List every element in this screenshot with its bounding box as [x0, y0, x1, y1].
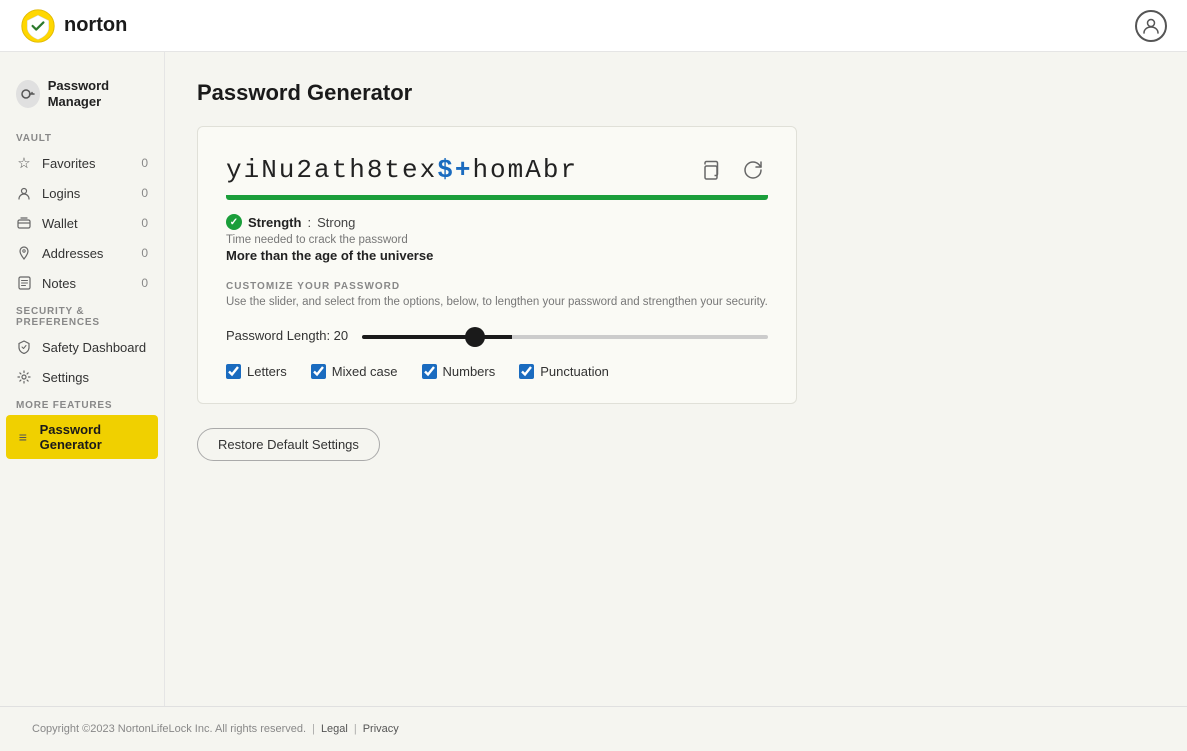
crack-time-label: Time needed to crack the password — [226, 234, 768, 246]
customize-section-label: CUSTOMIZE YOUR PASSWORD — [226, 281, 768, 292]
favorites-label: Favorites — [42, 156, 95, 171]
strength-value: Strong — [317, 215, 355, 230]
numbers-label: Numbers — [443, 364, 496, 379]
vault-section-label: VAULT — [0, 125, 164, 148]
length-row: Password Length: 20 — [226, 326, 768, 344]
strength-label: Strength — [248, 215, 301, 230]
mixed-case-option[interactable]: Mixed case — [311, 364, 398, 379]
user-icon — [1142, 17, 1160, 35]
strength-bar — [226, 195, 768, 200]
wallet-count: 0 — [141, 216, 148, 230]
copy-icon — [698, 159, 720, 181]
password-options-row: Letters Mixed case Numbers Punctuation — [226, 364, 768, 379]
norton-logo-icon — [20, 8, 56, 44]
sidebar-item-logins[interactable]: Logins 0 — [0, 178, 164, 208]
logins-count: 0 — [141, 186, 148, 200]
wallet-icon — [16, 215, 32, 231]
main-content: Password Generator yiNu2ath8tex$+homAbr — [165, 52, 1187, 706]
logins-icon — [16, 185, 32, 201]
password-display-row: yiNu2ath8tex$+homAbr — [226, 155, 768, 185]
password-text-highlight: $+ — [437, 155, 472, 185]
password-length-slider-container — [362, 326, 768, 344]
key-icon — [20, 86, 36, 102]
password-actions — [694, 155, 768, 185]
sidebar-item-addresses[interactable]: Addresses 0 — [0, 238, 164, 268]
strength-indicator-dot — [226, 214, 242, 230]
password-manager-header: Password Manager — [0, 68, 164, 125]
refresh-icon — [742, 159, 764, 181]
footer-legal-link[interactable]: Legal — [321, 723, 348, 735]
regenerate-password-button[interactable] — [738, 155, 768, 185]
footer-copyright: Copyright ©2023 NortonLifeLock Inc. All … — [32, 723, 306, 735]
favorites-count: 0 — [141, 156, 148, 170]
addresses-label: Addresses — [42, 246, 103, 261]
sidebar-item-password-generator[interactable]: ≡ Password Generator — [6, 415, 158, 459]
settings-label: Settings — [42, 370, 89, 385]
sidebar-item-notes[interactable]: Notes 0 — [0, 268, 164, 298]
password-text-end: homAbr — [472, 155, 578, 185]
password-generator-label: Password Generator — [40, 422, 148, 452]
logins-label: Logins — [42, 186, 80, 201]
mixed-case-checkbox[interactable] — [311, 364, 326, 379]
main-layout: Password Manager VAULT ☆ Favorites 0 Log… — [0, 52, 1187, 706]
safety-dashboard-label: Safety Dashboard — [42, 340, 146, 355]
password-length-slider[interactable] — [362, 335, 768, 339]
strength-row: Strength : Strong — [226, 214, 768, 230]
sidebar-item-safety-dashboard[interactable]: Safety Dashboard — [0, 332, 164, 362]
more-features-section-label: MORE FEATURES — [0, 392, 164, 415]
notes-label: Notes — [42, 276, 76, 291]
favorites-icon: ☆ — [16, 155, 32, 171]
mixed-case-label: Mixed case — [332, 364, 398, 379]
top-navigation: norton — [0, 0, 1187, 52]
password-generator-icon: ≡ — [16, 429, 30, 445]
password-manager-icon — [16, 80, 40, 108]
user-account-button[interactable] — [1135, 10, 1167, 42]
password-length-label: Password Length: 20 — [226, 328, 348, 343]
numbers-option[interactable]: Numbers — [422, 364, 496, 379]
footer: Copyright ©2023 NortonLifeLock Inc. All … — [0, 706, 1187, 751]
notes-icon — [16, 275, 32, 291]
sidebar-item-settings[interactable]: Settings — [0, 362, 164, 392]
password-card: yiNu2ath8tex$+homAbr — [197, 126, 797, 404]
wallet-label: Wallet — [42, 216, 78, 231]
page-title: Password Generator — [197, 80, 1155, 106]
addresses-icon — [16, 245, 32, 261]
letters-option[interactable]: Letters — [226, 364, 287, 379]
security-section-label: SECURITY & PREFERENCES — [0, 298, 164, 332]
footer-privacy-link[interactable]: Privacy — [363, 723, 399, 735]
punctuation-checkbox[interactable] — [519, 364, 534, 379]
sidebar-item-favorites[interactable]: ☆ Favorites 0 — [0, 148, 164, 178]
safety-dashboard-icon — [16, 339, 32, 355]
norton-logo: norton — [20, 8, 127, 44]
sidebar: Password Manager VAULT ☆ Favorites 0 Log… — [0, 52, 165, 706]
notes-count: 0 — [141, 276, 148, 290]
addresses-count: 0 — [141, 246, 148, 260]
numbers-checkbox[interactable] — [422, 364, 437, 379]
customize-description: Use the slider, and select from the opti… — [226, 296, 768, 308]
settings-icon — [16, 369, 32, 385]
footer-separator-2: | — [354, 723, 357, 735]
crack-time-value: More than the age of the universe — [226, 248, 768, 263]
norton-brand-name: norton — [64, 14, 127, 37]
password-manager-title: Password Manager — [48, 78, 148, 109]
password-text: yiNu2ath8tex$+homAbr — [226, 155, 578, 185]
letters-label: Letters — [247, 364, 287, 379]
copy-password-button[interactable] — [694, 155, 724, 185]
punctuation-label: Punctuation — [540, 364, 609, 379]
password-text-normal: yiNu2ath8tex — [226, 155, 437, 185]
punctuation-option[interactable]: Punctuation — [519, 364, 609, 379]
letters-checkbox[interactable] — [226, 364, 241, 379]
sidebar-item-wallet[interactable]: Wallet 0 — [0, 208, 164, 238]
footer-separator-1: | — [312, 723, 315, 735]
restore-defaults-button[interactable]: Restore Default Settings — [197, 428, 380, 461]
